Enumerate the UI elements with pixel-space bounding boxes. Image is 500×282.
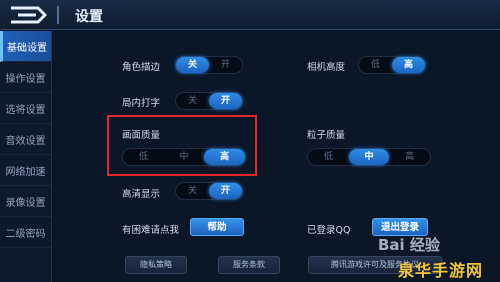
page-title: 设置 — [75, 9, 103, 25]
outline-label: 角色描边 — [122, 62, 161, 73]
typing-option-off[interactable]: 关 — [176, 93, 209, 109]
top-bar: 设置 — [0, 0, 500, 30]
particles-toggle[interactable]: 低 中 高 — [307, 148, 431, 166]
typing-option-on[interactable]: 开 — [209, 93, 242, 109]
quality-option-medium[interactable]: 中 — [164, 149, 205, 165]
sidebar-item-controls[interactable]: 操作设置 — [0, 62, 51, 93]
quality-option-high[interactable]: 高 — [204, 149, 246, 165]
site-watermark: 泉华手游网 — [398, 261, 484, 280]
camera-label: 相机高度 — [307, 62, 346, 73]
camera-toggle[interactable]: 低 高 — [358, 56, 426, 74]
outline-option-on[interactable]: 开 — [209, 57, 242, 73]
camera-option-low[interactable]: 低 — [359, 57, 392, 73]
outline-option-off[interactable]: 关 — [176, 57, 209, 73]
quality-label: 画面质量 — [122, 130, 161, 141]
hd-option-off[interactable]: 关 — [176, 183, 209, 199]
title-divider — [57, 6, 59, 24]
sidebar-item-basic[interactable]: 基础设置 — [0, 31, 51, 62]
terms-of-service-button[interactable]: 服务条款 — [218, 256, 280, 274]
typing-toggle[interactable]: 关 开 — [175, 92, 243, 110]
outline-toggle[interactable]: 关 开 — [175, 56, 243, 74]
sidebar: 基础设置 操作设置 选将设置 音效设置 网络加速 录像设置 二级密码 — [0, 31, 52, 282]
camera-option-high[interactable]: 高 — [392, 57, 425, 73]
baidu-watermark: Bai 经验 — [378, 236, 440, 254]
typing-label: 局内打字 — [122, 98, 161, 109]
back-icon[interactable] — [8, 5, 48, 25]
particles-option-high[interactable]: 高 — [389, 149, 430, 165]
sidebar-item-replay[interactable]: 录像设置 — [0, 186, 51, 217]
particles-option-medium[interactable]: 中 — [348, 149, 390, 165]
sidebar-item-sound[interactable]: 音效设置 — [0, 124, 51, 155]
hd-toggle[interactable]: 关 开 — [175, 182, 243, 200]
sidebar-item-network[interactable]: 网络加速 — [0, 155, 51, 186]
particles-option-low[interactable]: 低 — [308, 149, 349, 165]
quality-highlight-box — [107, 115, 257, 176]
quality-option-low[interactable]: 低 — [123, 149, 164, 165]
privacy-policy-button[interactable]: 隐私策略 — [125, 256, 187, 274]
help-button[interactable]: 帮助 — [190, 218, 244, 236]
help-label: 有困难请点我 — [122, 225, 180, 236]
quality-toggle[interactable]: 低 中 高 — [122, 148, 246, 166]
particles-label: 粒子质量 — [307, 130, 346, 141]
hd-label: 高清显示 — [122, 189, 161, 200]
sidebar-item-hero-select[interactable]: 选将设置 — [0, 93, 51, 124]
account-label: 已登录QQ — [307, 225, 351, 236]
hd-option-on[interactable]: 开 — [209, 183, 242, 199]
sidebar-item-password[interactable]: 二级密码 — [0, 217, 51, 248]
